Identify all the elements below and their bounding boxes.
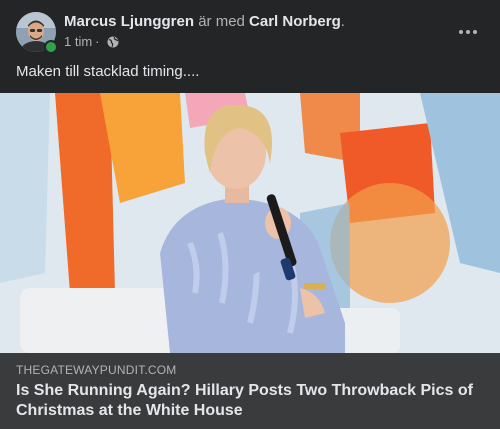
meta-separator: · <box>95 34 100 49</box>
post-message: Maken till stacklad timing.... <box>16 63 200 80</box>
link-preview-image[interactable] <box>0 93 500 353</box>
more-options-button[interactable] <box>452 16 484 48</box>
online-status-indicator <box>44 40 58 54</box>
feed-post: Marcus Ljunggren är med Carl Norberg. 1 … <box>0 0 500 429</box>
post-title-line: Marcus Ljunggren är med Carl Norberg. <box>64 12 345 32</box>
post-meta: 1 tim · <box>64 34 119 50</box>
tagged-person-link[interactable]: Carl Norberg <box>249 13 341 30</box>
more-options-icon <box>459 30 463 34</box>
title-period: . <box>340 13 345 30</box>
link-title: Is She Running Again? Hillary Posts Two … <box>16 382 473 419</box>
link-preview-info[interactable]: THEGATEWAYPUNDIT.COM Is She Running Agai… <box>0 353 500 429</box>
hillary-photo <box>0 93 500 353</box>
with-text: är med <box>198 13 245 30</box>
post-header: Marcus Ljunggren är med Carl Norberg. 1 … <box>0 0 500 62</box>
globe-icon[interactable] <box>107 36 119 48</box>
link-domain: THEGATEWAYPUNDIT.COM <box>16 363 177 377</box>
author-name-link[interactable]: Marcus Ljunggren <box>64 13 194 30</box>
post-timestamp[interactable]: 1 tim <box>64 34 92 50</box>
